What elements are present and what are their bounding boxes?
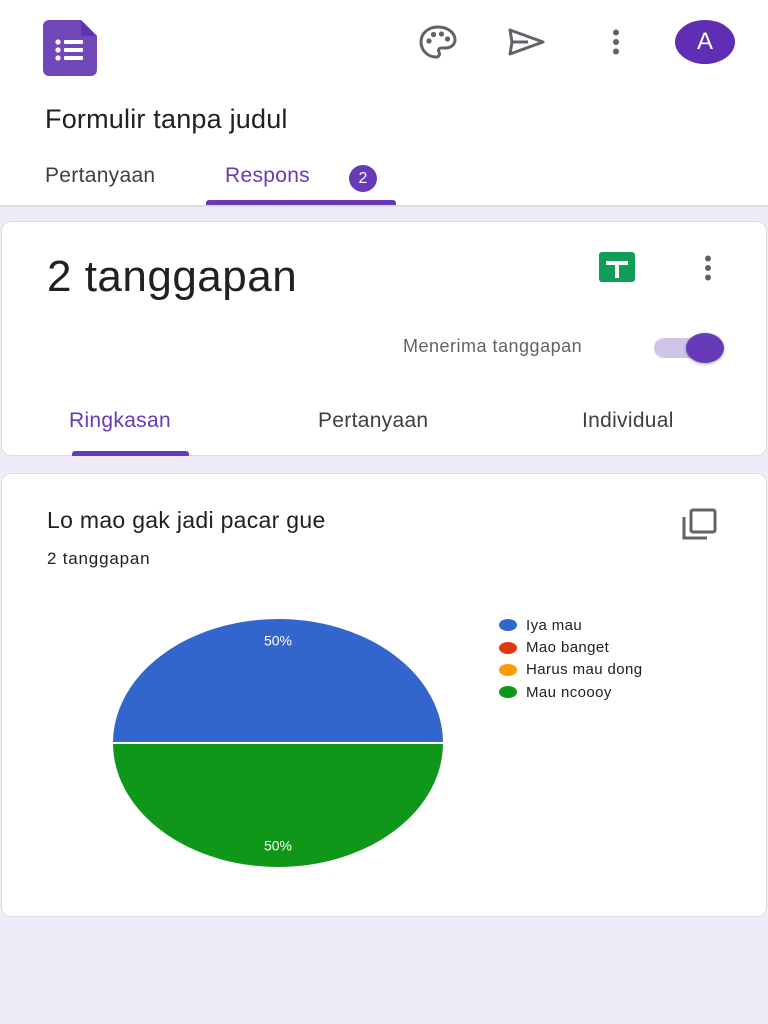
response-count-heading: 2 tanggapan: [47, 252, 298, 301]
legend-swatch: [499, 663, 517, 676]
legend-item: Mau ncoooy: [499, 681, 643, 703]
pie-slice-label-0: 50%: [264, 633, 292, 649]
app-header: A Formulir tanpa judul Pertanyaan Respon…: [0, 0, 768, 207]
account-avatar[interactable]: A: [675, 20, 735, 64]
chart-legend: Iya mau Mao banget Harus mau dong Mau ncooo…: [499, 614, 643, 704]
legend-label: Mao banget: [526, 639, 610, 657]
header-divider: [0, 205, 768, 207]
accepting-responses-toggle[interactable]: [652, 332, 726, 364]
legend-label: Mau ncoooy: [526, 683, 612, 701]
accepting-responses-label: Menerima tanggapan: [403, 336, 583, 356]
legend-item: Mao banget: [499, 636, 643, 658]
tab-question[interactable]: Pertanyaan: [318, 409, 428, 433]
legend-item: Harus mau dong: [499, 659, 643, 681]
tab-questions[interactable]: Pertanyaan: [45, 164, 155, 188]
form-title[interactable]: Formulir tanpa judul: [45, 104, 288, 135]
tab-summary[interactable]: Ringkasan: [69, 409, 171, 433]
legend-item: Iya mau: [499, 614, 643, 636]
legend-label: Iya mau: [526, 616, 583, 634]
legend-swatch: [499, 641, 517, 654]
pie-slice-label-3: 50%: [264, 838, 292, 854]
legend-swatch: [499, 686, 517, 699]
sheets-icon[interactable]: [599, 252, 635, 282]
more-vert-icon[interactable]: [690, 250, 726, 286]
question-title: Lo mao gak jadi pacar gue: [47, 507, 326, 533]
send-icon[interactable]: [504, 20, 548, 64]
legend-swatch: [499, 619, 517, 632]
question-response-count: 2 tanggapan: [47, 549, 151, 568]
google-forms-logo-icon[interactable]: [43, 20, 97, 76]
legend-label: Harus mau dong: [526, 661, 643, 679]
toggle-thumb: [686, 333, 724, 363]
responses-summary-card: 2 tanggapan Menerima tanggapan Ringkasan…: [1, 221, 767, 456]
more-vert-icon[interactable]: [594, 20, 638, 64]
responses-count-badge: 2: [349, 165, 377, 192]
copy-icon[interactable]: [679, 507, 719, 543]
pie-chart: 50% 50%: [110, 617, 446, 869]
palette-icon[interactable]: [416, 20, 460, 64]
tab-responses[interactable]: Respons: [225, 164, 310, 188]
active-subtab-indicator: [72, 451, 189, 456]
tab-individual[interactable]: Individual: [582, 409, 674, 433]
question-summary-card: Lo mao gak jadi pacar gue 2 tanggapan 50…: [1, 473, 767, 917]
